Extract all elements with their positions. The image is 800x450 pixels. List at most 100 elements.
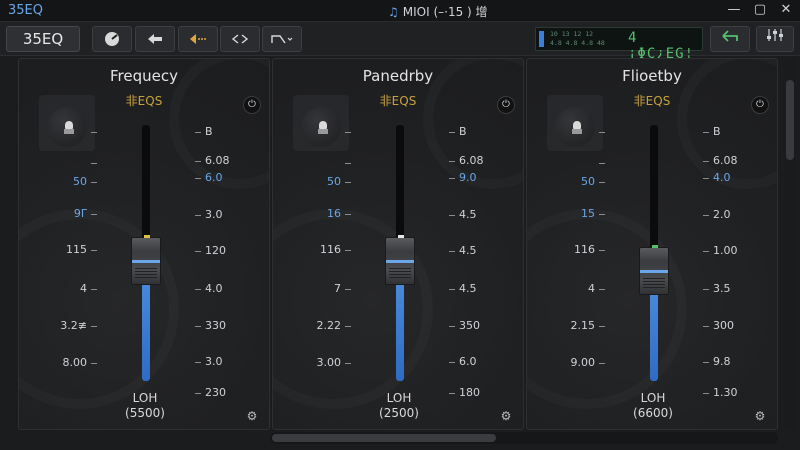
tick-dash (703, 392, 709, 394)
right-scale-tick: 1.00 (703, 244, 738, 257)
left-scale-tick-label: 16 (327, 207, 341, 220)
horizontal-scroll-thumb[interactable] (272, 434, 496, 442)
knob-tool-button[interactable] (92, 26, 132, 52)
left-scale-tick-label: 15 (581, 207, 595, 220)
fader-thumb[interactable] (639, 245, 669, 295)
fader-thumb[interactable] (131, 235, 161, 285)
tick-dash (703, 214, 709, 216)
left-scale-tick-label: 8.00 (62, 356, 88, 369)
fader-thumb[interactable] (385, 235, 415, 285)
left-scale-tick: 4 (19, 282, 99, 295)
arrow-left-tool-button[interactable] (135, 26, 175, 52)
tick-dash (599, 362, 605, 364)
right-scale-tick: 1.30 (703, 386, 738, 399)
left-scale-tick (527, 156, 607, 169)
right-scale-tick: 3.0 (195, 355, 223, 368)
tick-dash (345, 249, 351, 251)
fader-glow (132, 260, 160, 263)
right-scale-tick: 4.5 (449, 244, 477, 257)
minimize-button[interactable]: — (726, 2, 742, 18)
left-scale-tick: 50 (527, 175, 607, 188)
left-scale-tick-label: 50 (581, 175, 595, 188)
right-scale-tick-label: 1.00 (713, 244, 738, 257)
right-scale-tick-label: 230 (205, 386, 226, 399)
left-scale-tick: 115 (19, 243, 99, 256)
right-scale-tick: 9.0 (449, 171, 477, 184)
vertical-scroll-thumb[interactable] (786, 80, 794, 160)
fader-cap (144, 235, 150, 238)
left-scale-tick: 2.22 (273, 319, 353, 332)
channel-strip: Flioetby 非EQS ⏻ 50 15 116 4 2.15 9.00 B 6.08 4.0 2.0… (526, 58, 778, 430)
left-scale-tick (527, 125, 607, 138)
tick-dash (195, 392, 201, 394)
right-scale-tick: 120 (195, 244, 226, 257)
maximize-button[interactable]: ▢ (752, 2, 768, 18)
tick-dash (345, 362, 351, 364)
left-scale-tick-label: 4 (80, 282, 87, 295)
left-scale-tick-label: 115 (66, 243, 87, 256)
gear-icon[interactable]: ⚙ (245, 409, 259, 423)
curve-dropdown-button[interactable] (262, 26, 302, 52)
channel-strip: Frequecy 非EQS ⏻ 50 9Γ 115 4 3.2≢ 8.00 B 6.08 6.0 3.0… (18, 58, 270, 430)
tick-dash (345, 162, 351, 164)
tick-dash (195, 288, 201, 290)
arrow-dots-icon (190, 34, 206, 44)
tick-dash (449, 131, 455, 133)
left-scale-tick-label: 9Γ (73, 207, 87, 220)
right-scale-tick-label: 120 (205, 244, 226, 257)
mixer-settings-button[interactable] (756, 26, 794, 52)
left-scale-tick-label: 4 (588, 282, 595, 295)
left-scale-tick (273, 125, 353, 138)
gear-icon[interactable]: ⚙ (499, 409, 513, 423)
vertical-scrollbar[interactable] (784, 58, 796, 430)
right-scale-tick: 6.0 (195, 171, 223, 184)
tick-dash (703, 288, 709, 290)
close-button[interactable]: ✕ (778, 2, 794, 18)
right-scale-tick-label: 2.0 (713, 208, 731, 221)
tick-dash (449, 160, 455, 162)
left-scale-tick: 3.2≢ (19, 319, 99, 332)
tick-dash (195, 177, 201, 179)
tick-dash (703, 250, 709, 252)
link-tool-button[interactable] (220, 26, 260, 52)
window-title-text: ΜΙΟΙ (–·15 ) 增 (402, 5, 488, 19)
right-scale-tick: B (195, 125, 213, 138)
tick-dash (703, 177, 709, 179)
gear-icon[interactable]: ⚙ (753, 409, 767, 423)
right-scale-tick: 6.0 (449, 355, 477, 368)
right-scale-tick: 300 (703, 319, 734, 332)
tick-dash (195, 250, 201, 252)
app-title: 35EQ (8, 3, 43, 18)
arrow-left-icon (148, 34, 162, 44)
tick-dash (449, 392, 455, 394)
preset-button[interactable]: 35EQ (6, 26, 80, 52)
left-scale-tick-label: 2.15 (570, 319, 596, 332)
tick-dash (91, 131, 97, 133)
channel-strip: Panedrby 非EQS ⏻ 50 16 116 7 2.22 3.00 B 6.08 9.0 4.5… (272, 58, 524, 430)
right-scale-tick-label: 330 (205, 319, 226, 332)
left-scale-tick: 116 (273, 243, 353, 256)
fader-glow (386, 260, 414, 263)
right-scale-tick-label: 4.5 (459, 244, 477, 257)
left-scale-tick-label: 116 (320, 243, 341, 256)
tick-dash (345, 181, 351, 183)
right-scale-tick: 3.5 (703, 282, 731, 295)
fader-grip (389, 268, 411, 278)
arrow-amber-tool-button[interactable] (178, 26, 218, 52)
music-note-icon: ♫ (388, 5, 399, 19)
tick-dash (703, 361, 709, 363)
tick-dash (449, 177, 455, 179)
right-scale-tick: 180 (449, 386, 480, 399)
undo-icon (722, 30, 738, 42)
tick-dash (599, 249, 605, 251)
undo-button[interactable] (710, 26, 750, 52)
left-scale-tick: 9Γ (19, 207, 99, 220)
horizontal-scrollbar[interactable] (270, 432, 778, 444)
right-scale-tick: 6.08 (449, 154, 484, 167)
right-scale-tick-label: B (205, 125, 213, 138)
sliders-icon (767, 29, 783, 41)
left-scale-tick: 15 (527, 207, 607, 220)
right-scale-tick: 4.5 (449, 208, 477, 221)
right-scale-tick-label: B (713, 125, 721, 138)
channel-footer-label: LOH (386, 391, 412, 405)
